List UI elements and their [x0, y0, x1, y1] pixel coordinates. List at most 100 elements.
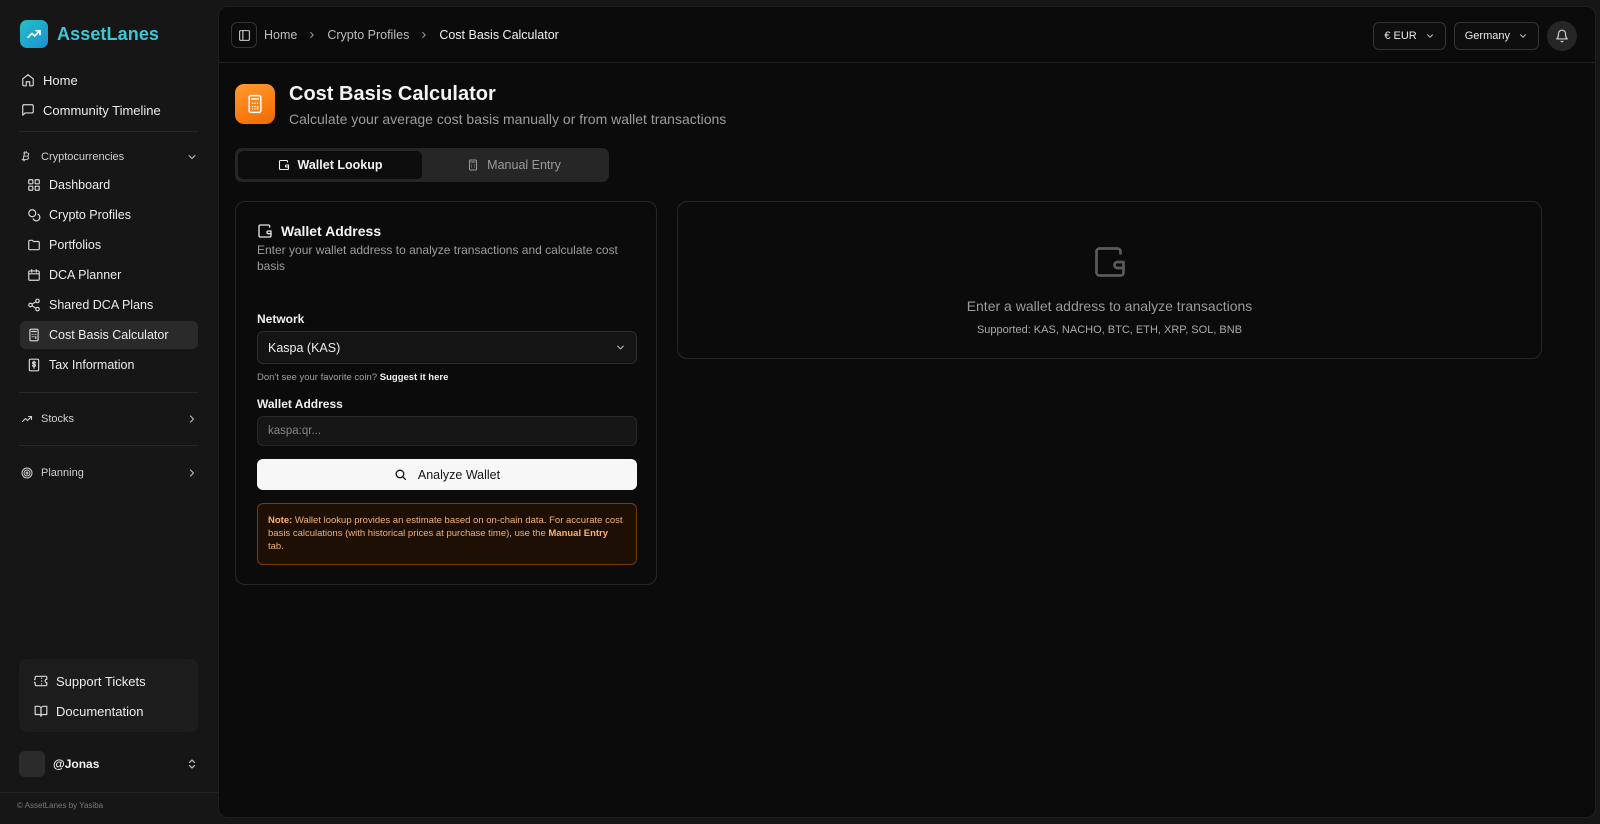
- coins-icon: [27, 208, 41, 222]
- sidebar-item-documentation[interactable]: Documentation: [29, 697, 189, 725]
- page-subtitle: Calculate your average cost basis manual…: [289, 111, 727, 127]
- chevron-right-icon: [419, 30, 429, 40]
- country-value: Germany: [1464, 30, 1510, 42]
- wallet-address-label: Wallet Address: [257, 397, 343, 411]
- topbar-actions: € EUR Germany: [1373, 21, 1577, 51]
- sidebar-item-dca-planner[interactable]: DCA Planner: [20, 261, 198, 289]
- grid-icon: [27, 178, 41, 192]
- network-label: Network: [257, 312, 305, 326]
- sidebar-item-label: Dashboard: [49, 178, 111, 192]
- sidebar-item-label: Shared DCA Plans: [49, 298, 154, 312]
- bitcoin-icon: ₿: [21, 151, 30, 163]
- sidebar-item-tax-information[interactable]: Tax Information: [20, 351, 198, 379]
- sidebar-item-support-tickets[interactable]: Support Tickets: [29, 667, 189, 695]
- card-header: Wallet Address: [257, 223, 381, 239]
- wallet-address-card: Wallet Address Enter your wallet address…: [235, 201, 657, 585]
- card-description: Enter your wallet address to analyze tra…: [257, 243, 618, 273]
- calculator-icon: [235, 84, 275, 124]
- sidebar-item-community-timeline[interactable]: Community Timeline: [19, 96, 198, 124]
- section-cryptocurrencies[interactable]: ₿ Cryptocurrencies: [19, 145, 198, 169]
- sidebar-item-dashboard[interactable]: Dashboard: [20, 171, 198, 199]
- calendar-icon: [27, 268, 41, 282]
- brand[interactable]: AssetLanes: [20, 20, 159, 48]
- share-icon: [27, 298, 41, 312]
- brand-logo-icon: [20, 20, 48, 48]
- book-icon: [34, 704, 48, 718]
- button-label: Analyze Wallet: [417, 467, 501, 482]
- suggest-coin-link[interactable]: Suggest it here: [380, 372, 449, 383]
- supported-networks: Supported: KAS, NACHO, BTC, ETH, XRP, SO…: [976, 324, 1243, 336]
- chevron-right-icon: [186, 467, 198, 479]
- calculator-icon: [467, 159, 479, 171]
- wallet-address-input[interactable]: [257, 416, 637, 446]
- chevron-down-icon: [1518, 31, 1528, 41]
- sidebar-divider: [19, 392, 198, 393]
- sidebar-item-cost-basis-calculator[interactable]: Cost Basis Calculator: [20, 321, 198, 349]
- sidebar-item-label: Support Tickets: [56, 673, 146, 689]
- section-planning[interactable]: Planning: [19, 461, 198, 485]
- wallet-lookup-note: Note: Wallet lookup provides an estimate…: [257, 503, 637, 565]
- wallet-icon: [1092, 244, 1128, 280]
- sidebar-item-label: Community Timeline: [43, 102, 161, 118]
- mode-tabs: Wallet Lookup Manual Entry: [235, 148, 609, 182]
- sidebar-item-portfolios[interactable]: Portfolios: [20, 231, 198, 259]
- section-label: Planning: [41, 467, 84, 479]
- folder-icon: [27, 238, 41, 252]
- receipt-icon: [27, 358, 41, 372]
- brand-name: AssetLanes: [57, 23, 160, 44]
- tab-manual-entry[interactable]: Manual Entry: [422, 151, 606, 179]
- user-menu[interactable]: @Jonas: [19, 750, 198, 778]
- sidebar-item-label: Cost Basis Calculator: [49, 328, 169, 342]
- sidebar-item-label: Home: [43, 72, 78, 88]
- breadcrumb-crypto-profiles[interactable]: Crypto Profiles: [327, 28, 409, 42]
- main-panel: Home Crypto Profiles Cost Basis Calculat…: [218, 6, 1596, 818]
- panel-left-icon: [238, 29, 251, 42]
- trending-up-icon: [21, 413, 33, 425]
- currency-select[interactable]: € EUR: [1373, 22, 1446, 50]
- search-icon: [394, 468, 407, 481]
- page-title: Cost Basis Calculator: [289, 83, 496, 105]
- sidebar-item-label: DCA Planner: [49, 268, 122, 282]
- chevron-right-icon: [307, 30, 317, 40]
- breadcrumb-home[interactable]: Home: [264, 28, 297, 42]
- ticket-icon: [34, 674, 48, 688]
- message-square-icon: [21, 103, 35, 117]
- section-label: Stocks: [41, 413, 75, 425]
- coin-suggestion-hint: Don't see your favorite coin? Suggest it…: [257, 372, 448, 383]
- breadcrumb-current: Cost Basis Calculator: [439, 28, 559, 42]
- note-manual-entry-link[interactable]: Manual Entry: [548, 528, 608, 539]
- country-select[interactable]: Germany: [1453, 22, 1539, 50]
- calculator-icon: [27, 328, 41, 342]
- sidebar-item-home[interactable]: Home: [19, 66, 198, 94]
- sidebar: AssetLanes Home Community Timeline ₿ Cry…: [0, 0, 218, 824]
- chevron-down-icon: [1425, 31, 1435, 41]
- card-title: Wallet Address: [281, 223, 382, 239]
- topbar: Home Crypto Profiles Cost Basis Calculat…: [219, 7, 1595, 63]
- wallet-icon: [278, 159, 290, 171]
- sidebar-item-crypto-profiles[interactable]: Crypto Profiles: [20, 201, 198, 229]
- wallet-icon: [257, 223, 273, 239]
- user-name: @Jonas: [53, 757, 100, 771]
- chevron-right-icon: [186, 413, 198, 425]
- network-select[interactable]: Kaspa (KAS): [257, 331, 637, 364]
- sidebar-toggle-button[interactable]: [231, 22, 257, 48]
- chevrons-up-down-icon: [186, 757, 198, 771]
- note-label: Note:: [268, 515, 293, 526]
- sidebar-item-shared-dca-plans[interactable]: Shared DCA Plans: [20, 291, 198, 319]
- analyze-wallet-button[interactable]: Analyze Wallet: [257, 459, 637, 490]
- avatar: [19, 751, 45, 777]
- empty-state-title: Enter a wallet address to analyze transa…: [966, 298, 1253, 314]
- bell-icon: [1555, 29, 1569, 43]
- sidebar-footer-divider: [0, 792, 218, 793]
- currency-value: € EUR: [1384, 30, 1417, 42]
- sidebar-item-label: Documentation: [56, 703, 144, 719]
- section-stocks[interactable]: Stocks: [19, 407, 198, 431]
- sidebar-item-label: Tax Information: [49, 358, 135, 372]
- tab-label: Manual Entry: [487, 158, 561, 172]
- note-suffix: tab.: [268, 541, 284, 552]
- tab-wallet-lookup[interactable]: Wallet Lookup: [238, 151, 422, 179]
- copyright: © AssetLanes by Yasiba: [17, 801, 104, 810]
- chevron-down-icon: [615, 342, 626, 353]
- notifications-button[interactable]: [1547, 21, 1577, 51]
- sidebar-divider: [19, 445, 198, 446]
